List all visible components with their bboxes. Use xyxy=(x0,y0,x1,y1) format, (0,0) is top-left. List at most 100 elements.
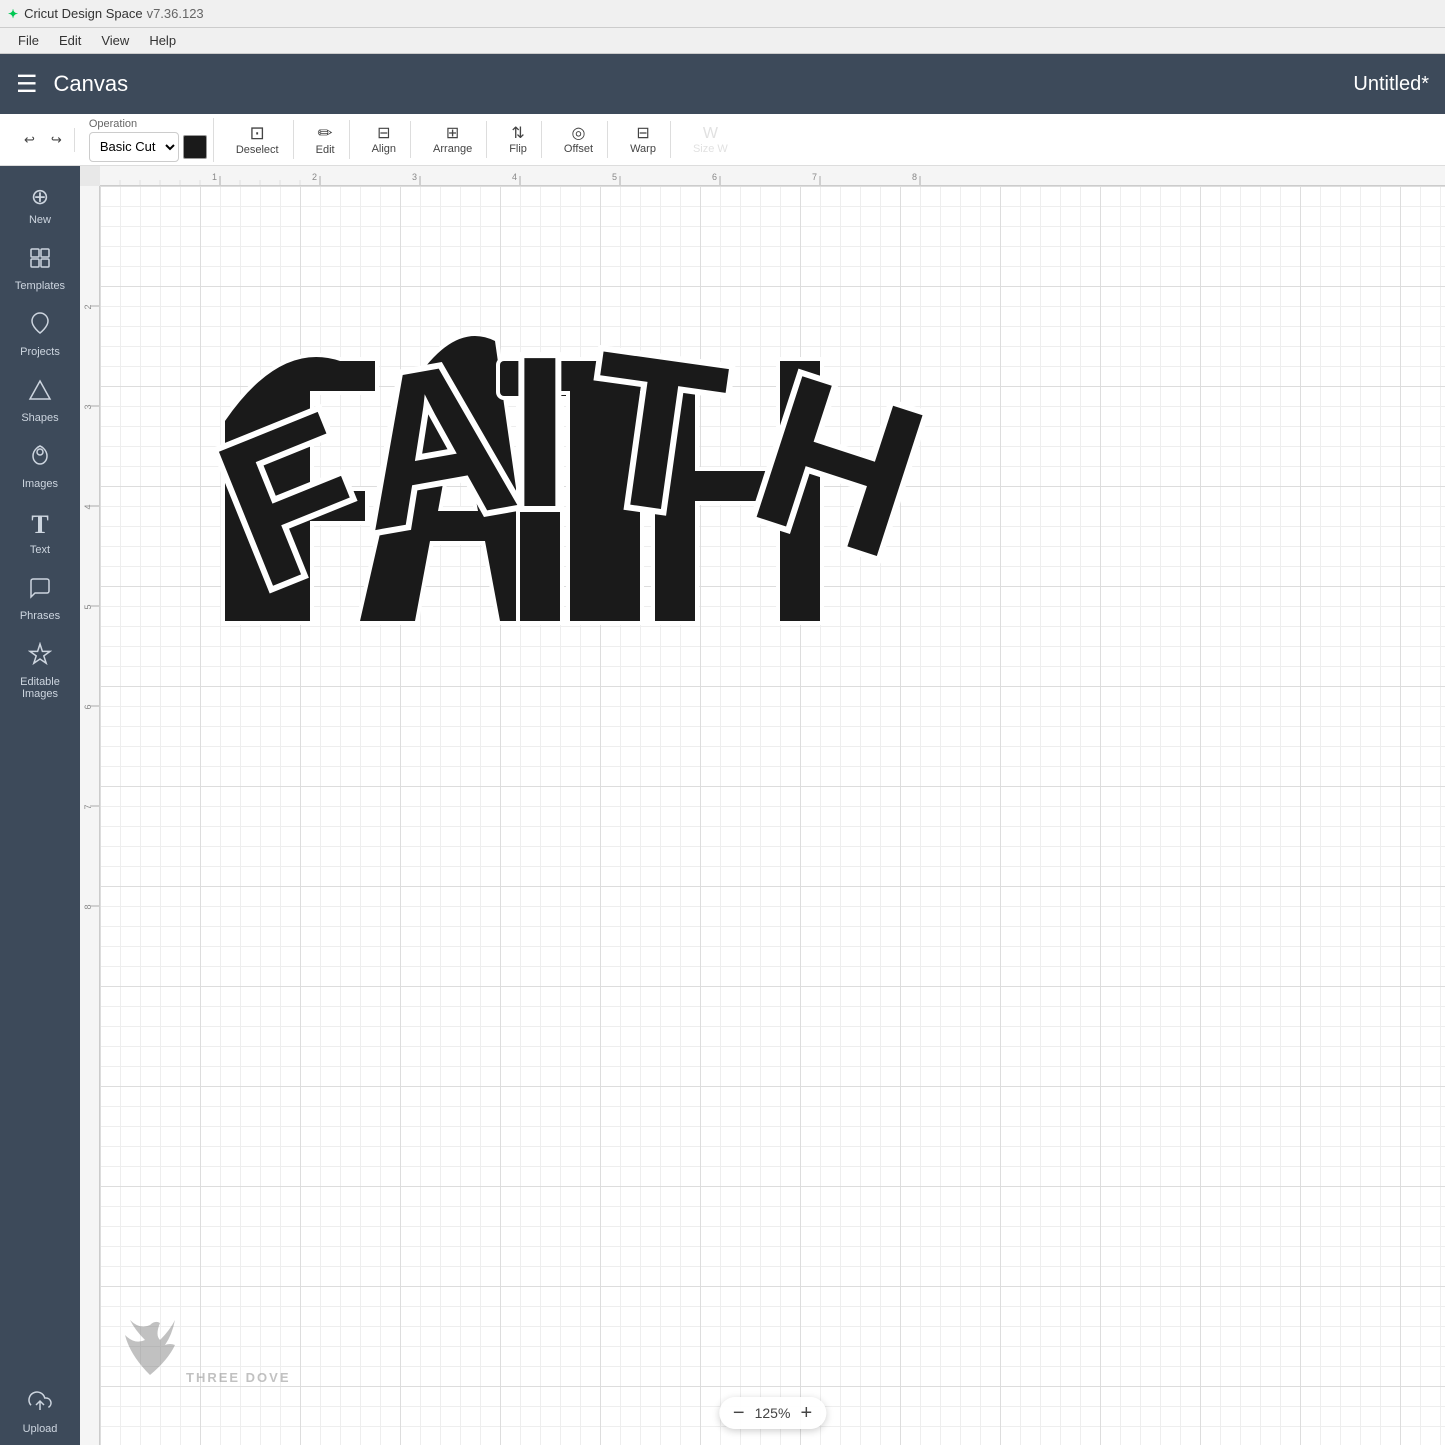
app-header: ☰ Canvas Untitled* xyxy=(0,54,1445,114)
svg-text:4: 4 xyxy=(83,504,93,509)
shapes-icon xyxy=(28,378,52,408)
watermark-bird-icon xyxy=(120,1315,180,1385)
edit-group: ✏ Edit xyxy=(302,120,350,160)
svg-text:6: 6 xyxy=(83,704,93,709)
svg-text:2: 2 xyxy=(312,172,317,182)
header-canvas-label: Canvas xyxy=(54,71,129,97)
arrange-icon: ⊞ xyxy=(446,124,459,143)
sidebar-item-editable-images[interactable]: Editable Images xyxy=(2,632,78,710)
align-icon: ⊟ xyxy=(377,124,390,143)
operation-select[interactable]: Basic Cut Draw Score Engrave xyxy=(89,132,179,162)
sidebar-item-shapes[interactable]: Shapes xyxy=(2,368,78,434)
svg-text:3: 3 xyxy=(83,404,93,409)
edit-label: Edit xyxy=(316,144,335,156)
svg-text:6: 6 xyxy=(712,172,717,182)
toolbar: ↩ ↪ Operation Basic Cut Draw Score Engra… xyxy=(0,114,1445,166)
phrases-icon xyxy=(28,576,52,606)
canvas-area[interactable]: 1 2 3 4 5 6 7 8 xyxy=(80,166,1445,1445)
menu-file[interactable]: File xyxy=(8,31,49,50)
offset-section: ◎ Offset xyxy=(556,121,601,158)
flip-label: Flip xyxy=(509,143,527,155)
sidebar-label-upload: Upload xyxy=(23,1423,58,1435)
sidebar-label-templates: Templates xyxy=(15,280,65,292)
flip-section: ⇅ Flip xyxy=(501,121,535,158)
sidebar-item-new[interactable]: ⊕ New xyxy=(2,174,78,236)
menu-view[interactable]: View xyxy=(91,31,139,50)
editable-images-icon xyxy=(28,642,52,672)
sidebar-item-projects[interactable]: Projects xyxy=(2,302,78,368)
sidebar-label-shapes: Shapes xyxy=(21,412,58,424)
svg-text:1: 1 xyxy=(212,172,217,182)
arrange-button[interactable]: ⊞ Arrange xyxy=(425,121,480,158)
offset-button[interactable]: ◎ Offset xyxy=(556,121,601,158)
sidebar-item-images[interactable]: Images xyxy=(2,434,78,500)
flip-button[interactable]: ⇅ Flip xyxy=(501,121,535,158)
offset-icon: ◎ xyxy=(572,124,586,143)
zoom-level: 125% xyxy=(753,1405,793,1421)
svg-text:5: 5 xyxy=(83,604,93,609)
menu-help[interactable]: Help xyxy=(139,31,186,50)
ruler-h-svg: 1 2 3 4 5 6 7 8 xyxy=(100,166,1445,186)
main-layout: ⊕ New Templates Projects xyxy=(0,166,1445,1445)
ruler-vertical: 2 3 4 5 6 7 8 xyxy=(80,186,100,1445)
hamburger-menu[interactable]: ☰ xyxy=(16,70,38,99)
warp-section: ⊟ Warp xyxy=(622,121,664,158)
letter-i: I xyxy=(510,311,570,552)
undo-redo-group: ↩ ↪ xyxy=(12,128,75,152)
warp-icon: ⊟ xyxy=(636,124,649,143)
svg-text:8: 8 xyxy=(83,904,93,909)
arrange-section: ⊞ Arrange xyxy=(425,121,480,158)
menu-edit[interactable]: Edit xyxy=(49,31,91,50)
svg-text:5: 5 xyxy=(612,172,617,182)
ruler-horizontal: 1 2 3 4 5 6 7 8 xyxy=(100,166,1445,186)
sidebar: ⊕ New Templates Projects xyxy=(0,166,80,1445)
title-bar: ✦ Cricut Design Space v7.36.123 xyxy=(0,0,1445,28)
svg-text:7: 7 xyxy=(83,804,93,809)
warp-label: Warp xyxy=(630,143,656,155)
sidebar-item-upload[interactable]: Upload xyxy=(2,1379,78,1445)
undo-button[interactable]: ↩ xyxy=(18,128,41,152)
text-icon: T xyxy=(31,510,48,540)
canvas-content[interactable]: .faith-outer { fill: #1a1a1a; stroke: wh… xyxy=(100,186,1445,1445)
warp-group: ⊟ Warp xyxy=(616,121,671,158)
svg-text:3: 3 xyxy=(412,172,417,182)
sidebar-label-images: Images xyxy=(22,478,58,490)
watermark-text: THREE DOVE xyxy=(186,1370,291,1385)
zoom-plus-button[interactable]: + xyxy=(801,1403,813,1423)
edit-icon: ✏ xyxy=(318,123,333,145)
header-right: Untitled* xyxy=(1353,73,1429,96)
size-icon: W xyxy=(703,124,718,143)
document-title: Untitled* xyxy=(1353,73,1429,96)
svg-text:7: 7 xyxy=(812,172,817,182)
app-logo: ✦ xyxy=(8,7,18,21)
offset-group: ◎ Offset xyxy=(550,121,608,158)
sidebar-label-text: Text xyxy=(30,544,50,556)
faith-text-container[interactable]: .faith-outer { fill: #1a1a1a; stroke: wh… xyxy=(200,301,1000,726)
size-section: W Size W xyxy=(685,121,736,158)
watermark: THREE DOVE xyxy=(120,1315,291,1385)
align-label: Align xyxy=(372,143,396,155)
sidebar-item-templates[interactable]: Templates xyxy=(2,236,78,302)
faith-svg-final: .f-char { font-family: 'Georgia', 'Times… xyxy=(200,301,1020,701)
sidebar-item-text[interactable]: T Text xyxy=(2,500,78,566)
menu-bar: File Edit View Help xyxy=(0,28,1445,54)
images-icon xyxy=(28,444,52,474)
zoom-bar: − 125% + xyxy=(719,1397,826,1429)
app-version: v7.36.123 xyxy=(147,6,204,21)
letter-t: T xyxy=(574,305,738,562)
align-group: ⊟ Align xyxy=(358,121,411,158)
edit-section: ✏ Edit xyxy=(308,120,343,160)
color-swatch[interactable] xyxy=(183,135,207,159)
size-group: W Size W xyxy=(679,121,742,158)
zoom-minus-button[interactable]: − xyxy=(733,1403,745,1423)
sidebar-item-phrases[interactable]: Phrases xyxy=(2,566,78,632)
svg-text:4: 4 xyxy=(512,172,517,182)
deselect-section: ⊡ Deselect xyxy=(228,120,287,160)
warp-button[interactable]: ⊟ Warp xyxy=(622,121,664,158)
align-button[interactable]: ⊟ Align xyxy=(364,121,404,158)
sidebar-label-new: New xyxy=(29,214,51,226)
edit-button[interactable]: ✏ Edit xyxy=(308,120,343,160)
flip-group: ⇅ Flip xyxy=(495,121,542,158)
deselect-button[interactable]: ⊡ Deselect xyxy=(228,120,287,160)
redo-button[interactable]: ↪ xyxy=(45,128,68,152)
